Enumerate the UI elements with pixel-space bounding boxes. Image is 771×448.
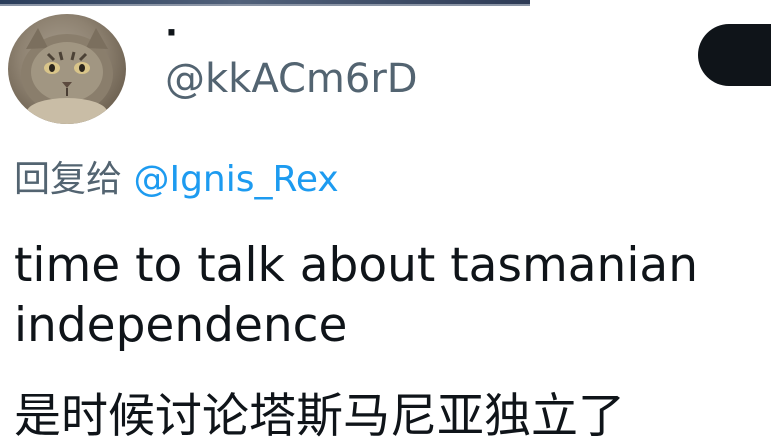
avatar[interactable] <box>8 14 126 124</box>
cropped-header-strip <box>0 0 530 6</box>
display-name[interactable]: · <box>165 16 178 50</box>
tweet-text-line-1: time to talk about tasmanian <box>14 238 698 293</box>
follow-button[interactable] <box>698 24 771 86</box>
tweet-translation: 是时候讨论塔斯马尼亚独立了 <box>14 389 625 444</box>
tweet-text-line-2: independence <box>14 298 348 353</box>
user-handle[interactable]: @kkACm6rD <box>165 55 418 103</box>
cat-avatar-icon <box>21 28 113 124</box>
tweet-card: · @kkACm6rD 回复给 @Ignis_Rex time to talk … <box>0 0 771 448</box>
tweet-body: time to talk about tasmanian independenc… <box>14 236 764 356</box>
reply-mention-link[interactable]: @Ignis_Rex <box>133 159 338 200</box>
reply-prefix-label: 回复给 <box>14 159 134 200</box>
reply-context: 回复给 @Ignis_Rex <box>14 157 339 203</box>
